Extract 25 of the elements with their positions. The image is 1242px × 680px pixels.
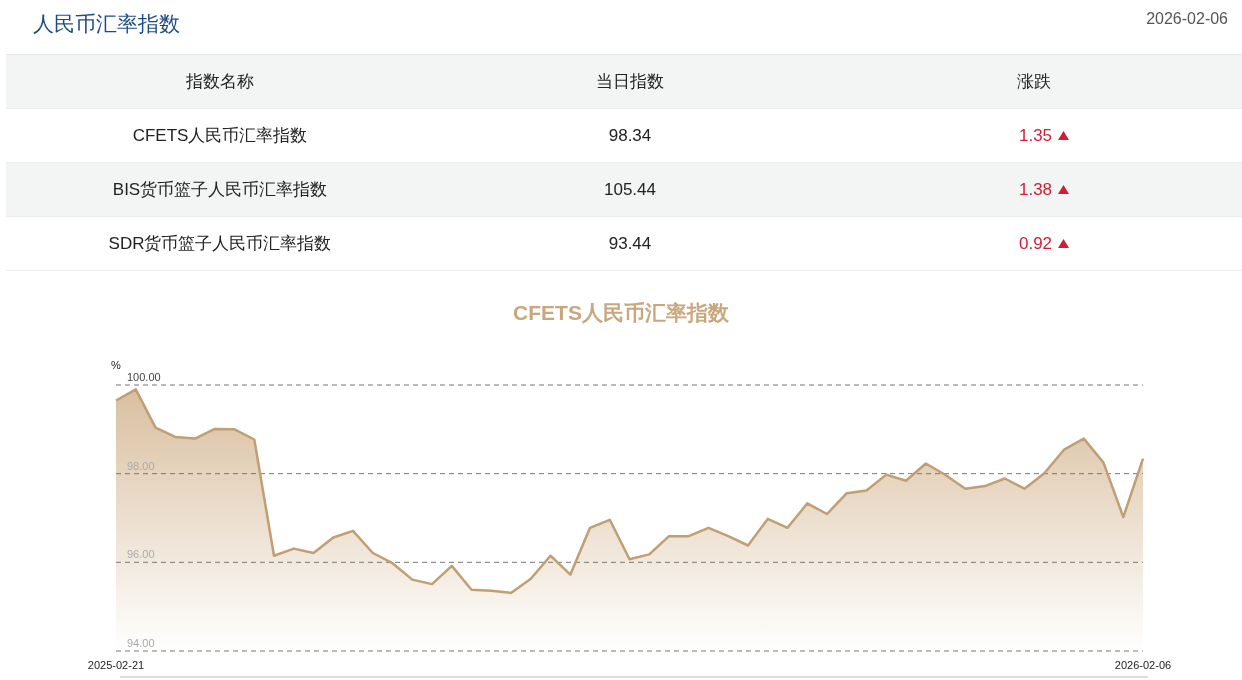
chart-title: CFETS人民币汇率指数 bbox=[512, 300, 730, 326]
table-cell-text: BIS货币篮子人民币汇率指数 bbox=[112, 179, 328, 201]
axis-label: 2026-02-06 bbox=[1114, 659, 1172, 671]
page-title: 人民币汇率指数 bbox=[33, 11, 180, 37]
date-text: 2026-02-06 bbox=[1146, 10, 1228, 28]
change-value: 1.35 bbox=[1018, 125, 1053, 146]
up-triangle-icon bbox=[1058, 239, 1070, 248]
axis-unit: % bbox=[111, 359, 121, 371]
table-cell: 93.44 bbox=[608, 233, 652, 254]
table-cell: 98.34 bbox=[608, 125, 652, 146]
up-triangle-icon bbox=[1058, 185, 1070, 194]
axis-label: 100.00 bbox=[127, 371, 161, 383]
change-value: 1.38 bbox=[1018, 179, 1053, 200]
change-value: 0.92 bbox=[1018, 233, 1053, 254]
axis-label: 2025-02-21 bbox=[87, 659, 145, 671]
axis-label: 96.00 bbox=[127, 548, 155, 561]
axis-label: 98.00 bbox=[127, 459, 155, 472]
axis-label: 94.00 bbox=[127, 637, 155, 649]
up-triangle-icon bbox=[1058, 131, 1070, 140]
table-cell-text: CFETS人民币汇率指数 bbox=[132, 125, 308, 147]
column-header: 指数名称 bbox=[186, 71, 254, 93]
column-header: 涨跌 bbox=[1017, 71, 1051, 93]
table-cell: 105.44 bbox=[604, 179, 656, 200]
table-cell-text: SDR货币篮子人民币汇率指数 bbox=[108, 233, 332, 255]
column-header: 当日指数 bbox=[596, 71, 664, 93]
